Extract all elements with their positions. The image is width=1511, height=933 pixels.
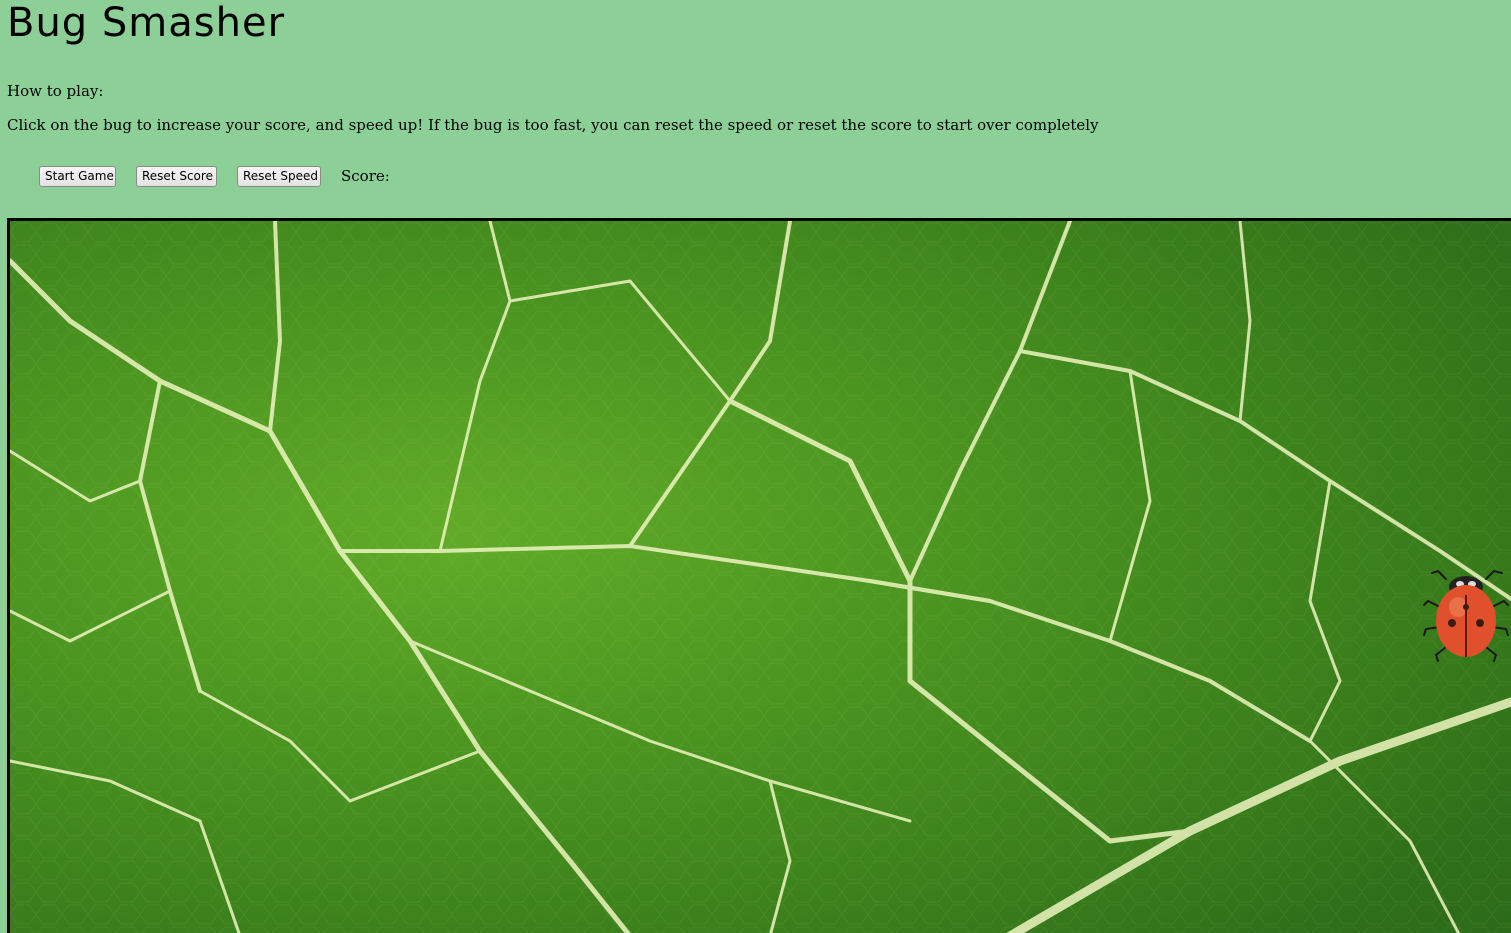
- reset-speed-button[interactable]: Reset Speed: [237, 166, 321, 187]
- score-label: Score:: [341, 167, 390, 185]
- reset-score-button[interactable]: Reset Score: [136, 166, 217, 187]
- leaf-background: [10, 221, 1511, 933]
- page-title: Bug Smasher: [7, 0, 286, 46]
- start-game-button[interactable]: Start Game: [39, 166, 116, 187]
- ladybug-icon[interactable]: [1422, 567, 1510, 663]
- instructions-text: Click on the bug to increase your score,…: [7, 116, 1099, 134]
- game-board[interactable]: [7, 218, 1511, 933]
- how-to-play-heading: How to play:: [7, 82, 104, 100]
